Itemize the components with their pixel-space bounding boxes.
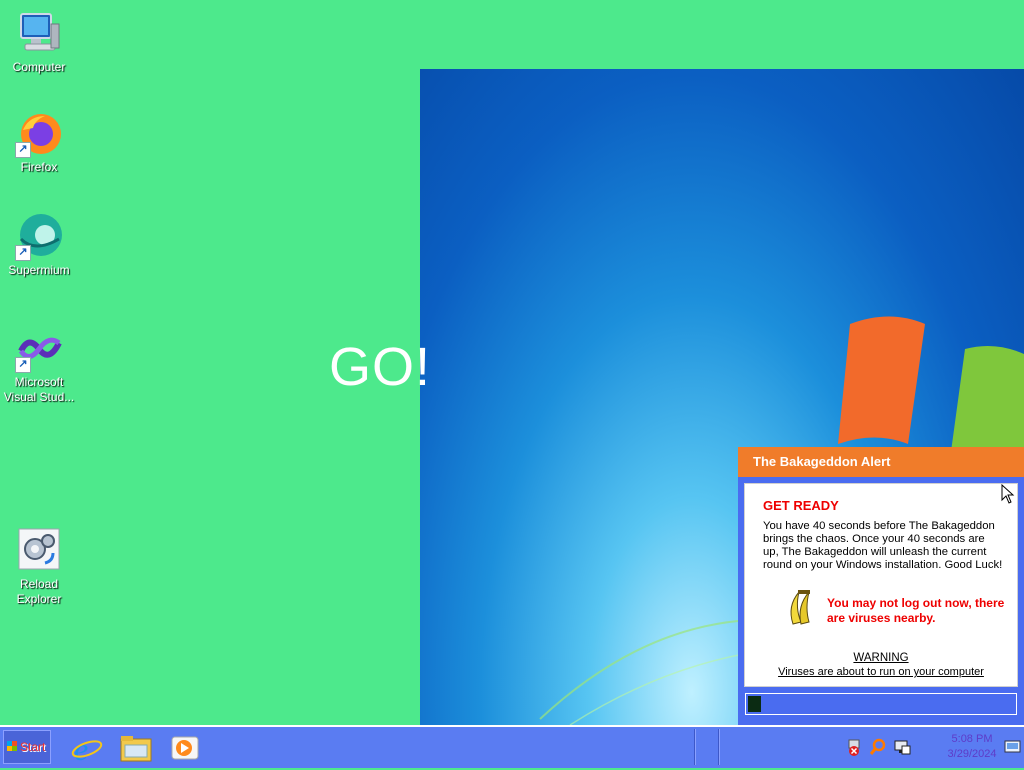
show-desktop-icon[interactable] bbox=[1004, 738, 1022, 756]
desktop-icon-label: Firefox bbox=[20, 160, 58, 174]
progress-fill bbox=[748, 696, 761, 712]
desktop-icon-computer[interactable]: Computer bbox=[1, 10, 77, 75]
folder-icon bbox=[120, 736, 152, 762]
desktop-icon-label: Computer bbox=[12, 60, 66, 74]
start-label: Start bbox=[20, 740, 46, 754]
alert-message: You have 40 seconds before The Bakageddo… bbox=[763, 520, 1003, 571]
network-error-icon[interactable] bbox=[845, 738, 863, 756]
alert-body: GET READY You have 40 seconds before The… bbox=[744, 483, 1018, 687]
taskbar-separator bbox=[694, 729, 696, 765]
desktop-icon-supermium[interactable]: ↗ Supermium bbox=[1, 213, 77, 278]
visual-studio-icon: ↗ bbox=[15, 325, 63, 373]
supermium-icon: ↗ bbox=[15, 213, 63, 261]
warning-title[interactable]: WARNING bbox=[745, 652, 1017, 664]
warning-subtitle[interactable]: Viruses are about to run on your compute… bbox=[745, 666, 1017, 678]
go-overlay-text: GO! bbox=[329, 337, 432, 397]
countdown-progress-bar bbox=[745, 693, 1017, 715]
alert-title: The Bakageddon Alert bbox=[738, 447, 1024, 477]
start-button[interactable]: Start bbox=[3, 730, 51, 764]
computer-icon bbox=[15, 10, 63, 58]
windows-flag-icon bbox=[7, 741, 17, 751]
alert-notice: You may not log out now, there are virus… bbox=[827, 596, 1005, 625]
media-player-icon bbox=[171, 736, 199, 760]
mouse-cursor-icon bbox=[1001, 483, 1015, 509]
internet-explorer-button[interactable]: e bbox=[70, 731, 104, 767]
shortcut-arrow-icon: ↗ bbox=[15, 357, 31, 373]
shortcut-arrow-icon: ↗ bbox=[15, 245, 31, 261]
desktop-icon-label: Microsoft Visual Stud... bbox=[3, 375, 75, 404]
bakageddon-alert-window: The Bakageddon Alert GET READY You have … bbox=[738, 447, 1024, 725]
file-explorer-button[interactable] bbox=[119, 731, 153, 765]
desktop-icon-visual-studio[interactable]: ↗ Microsoft Visual Stud... bbox=[1, 325, 77, 405]
clock-date: 3/29/2024 bbox=[947, 748, 997, 760]
desktop-icon-label: Supermium bbox=[8, 263, 70, 277]
action-center-icon[interactable] bbox=[893, 738, 911, 756]
internet-explorer-icon: e bbox=[71, 731, 103, 767]
desktop-icon-reload-explorer[interactable]: Reload Explorer bbox=[1, 527, 77, 607]
clock-time: 5:08 PM bbox=[951, 733, 993, 745]
media-player-button[interactable] bbox=[168, 731, 202, 765]
firefox-icon: ↗ bbox=[15, 110, 63, 158]
shortcut-arrow-icon: ↗ bbox=[15, 142, 31, 158]
taskbar: Start e 5:08 PM 3/29/2024 bbox=[0, 725, 1024, 768]
taskbar-separator bbox=[718, 729, 720, 765]
desktop-icon-firefox[interactable]: ↗ Firefox bbox=[1, 110, 77, 175]
alert-heading: GET READY bbox=[763, 498, 839, 513]
desktop-icon-label: Reload Explorer bbox=[16, 577, 62, 606]
reload-explorer-icon bbox=[15, 527, 63, 575]
search-icon[interactable] bbox=[869, 738, 887, 756]
system-clock[interactable]: 5:08 PM 3/29/2024 bbox=[942, 732, 1002, 762]
banana-icon bbox=[785, 588, 819, 633]
